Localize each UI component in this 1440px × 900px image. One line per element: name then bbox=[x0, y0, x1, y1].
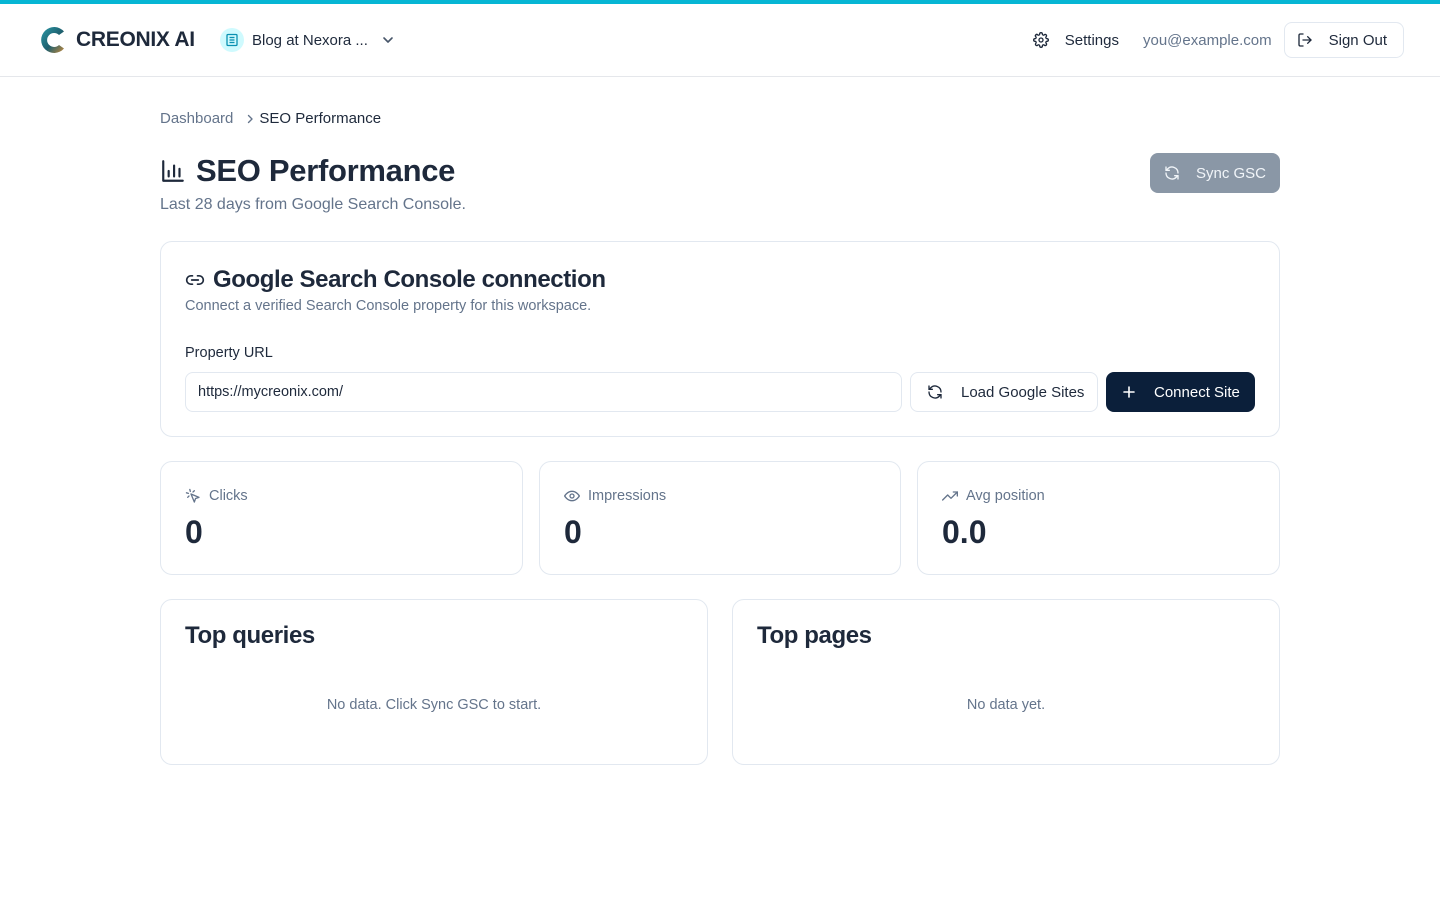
connect-site-label: Connect Site bbox=[1154, 383, 1240, 401]
top-pages-empty-state: No data yet. bbox=[966, 697, 1046, 713]
stat-label: Impressions bbox=[588, 488, 667, 504]
stat-label-row: Clicks bbox=[185, 488, 248, 504]
page-title-row: SEO Performance bbox=[160, 153, 455, 189]
property-url-label: Property URL bbox=[185, 345, 273, 361]
stat-card-avg-position: Avg position 0.0 bbox=[917, 461, 1280, 575]
settings-link[interactable]: Settings bbox=[1032, 31, 1119, 49]
gsc-connection-card: Google Search Console connection Connect… bbox=[160, 241, 1280, 437]
sign-out-button[interactable]: Sign Out bbox=[1283, 22, 1404, 58]
stat-card-clicks: Clicks 0 bbox=[160, 461, 523, 575]
app-logo[interactable]: CREONIX AI bbox=[38, 24, 195, 56]
refresh-icon bbox=[928, 385, 942, 399]
sync-gsc-label: Sync GSC bbox=[1195, 164, 1267, 182]
workspace-switcher[interactable]: Blog at Nexora ... bbox=[220, 28, 396, 52]
plus-icon bbox=[1123, 386, 1135, 398]
gsc-card-description: Connect a verified Search Console proper… bbox=[185, 298, 592, 314]
chevron-down-icon bbox=[383, 37, 393, 43]
load-google-sites-label: Load Google Sites bbox=[961, 383, 1085, 401]
page-title: SEO Performance bbox=[196, 153, 456, 188]
breadcrumb: Dashboard SEO Performance bbox=[160, 110, 381, 127]
sign-out-label: Sign Out bbox=[1328, 31, 1387, 49]
gsc-card-title: Google Search Console connection bbox=[213, 266, 606, 293]
top-pages-title: Top pages bbox=[757, 622, 872, 649]
stat-label-row: Avg position bbox=[942, 488, 1045, 504]
gsc-title-row: Google Search Console connection bbox=[185, 266, 606, 294]
trending-up-icon bbox=[942, 491, 958, 501]
header-actions: Settings you@example.com Sign Out bbox=[1032, 22, 1404, 58]
user-email: you@example.com bbox=[1143, 31, 1272, 49]
gear-icon bbox=[1032, 32, 1049, 48]
stat-card-impressions: Impressions 0 bbox=[539, 461, 901, 575]
eye-icon bbox=[564, 490, 580, 502]
breadcrumb-current: SEO Performance bbox=[259, 110, 382, 127]
building-icon bbox=[220, 28, 244, 52]
stat-value: 0 bbox=[564, 514, 582, 550]
top-queries-card: Top queries No data. Click Sync GSC to s… bbox=[160, 599, 708, 765]
stat-label: Avg position bbox=[966, 488, 1045, 504]
load-google-sites-button[interactable]: Load Google Sites bbox=[910, 372, 1098, 412]
settings-label: Settings bbox=[1064, 31, 1119, 49]
app-name: CREONIX AI bbox=[76, 28, 195, 51]
top-queries-empty-state: No data. Click Sync GSC to start. bbox=[326, 697, 542, 713]
creonix-logo-icon bbox=[41, 27, 64, 53]
pointer-click-icon bbox=[185, 488, 200, 503]
refresh-icon bbox=[1165, 166, 1179, 180]
property-url-input[interactable] bbox=[185, 372, 902, 412]
stat-label: Clicks bbox=[209, 488, 248, 504]
stat-label-row: Impressions bbox=[564, 488, 666, 504]
log-out-icon bbox=[1297, 33, 1312, 47]
top-pages-card: Top pages No data yet. bbox=[732, 599, 1280, 765]
stat-value: 0 bbox=[185, 514, 203, 550]
connect-site-button[interactable]: Connect Site bbox=[1106, 372, 1255, 412]
sync-gsc-button[interactable]: Sync GSC bbox=[1150, 153, 1280, 193]
stat-value: 0.0 bbox=[942, 514, 987, 550]
breadcrumb-dashboard[interactable]: Dashboard bbox=[160, 110, 233, 127]
app-header: CREONIX AI Blog at Nexora ... Settings y… bbox=[0, 4, 1440, 77]
workspace-name: Blog at Nexora ... bbox=[252, 31, 368, 49]
page-subtitle: Last 28 days from Google Search Console. bbox=[160, 196, 466, 213]
bar-chart-icon bbox=[162, 160, 184, 182]
chevron-right-icon bbox=[248, 114, 254, 123]
top-queries-title: Top queries bbox=[185, 622, 315, 649]
link-icon bbox=[185, 275, 205, 285]
